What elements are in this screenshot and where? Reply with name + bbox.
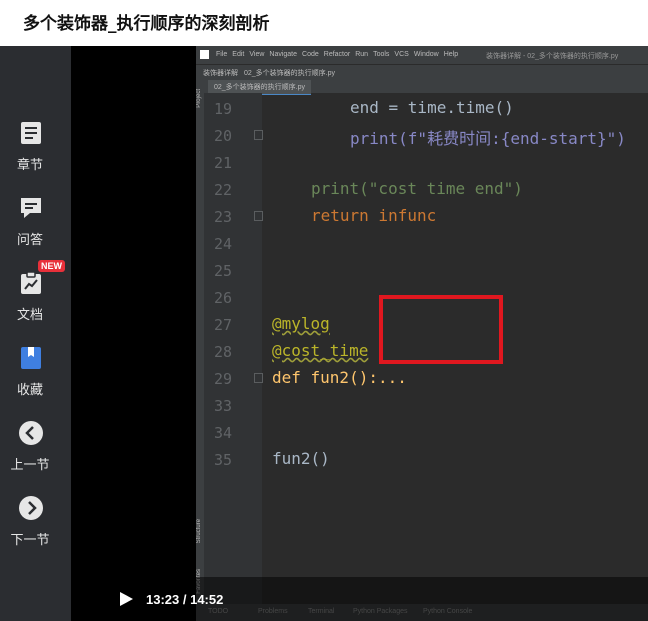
- menu-edit[interactable]: Edit: [232, 51, 244, 58]
- time-display: 13:23 / 14:52: [146, 592, 223, 607]
- menu-navigate[interactable]: Navigate: [269, 51, 297, 58]
- previous-icon: [19, 421, 43, 445]
- ide-breadcrumb: 装饰器详解 02_多个装饰器的执行顺序.py: [196, 64, 648, 80]
- sidebar-item-label: 章节: [16, 158, 43, 173]
- code-line[interactable]: end = time.time(): [350, 98, 514, 117]
- fold-marker-icon[interactable]: [254, 130, 263, 140]
- code-text: print("cost time end"): [311, 179, 523, 198]
- code-text: @mylog: [272, 314, 330, 333]
- line-number: 19: [213, 100, 232, 118]
- line-number: 24: [213, 235, 232, 253]
- code-line[interactable]: def fun2():...: [272, 368, 407, 387]
- sidebar-item-label: 上一节: [10, 458, 50, 473]
- menu-window[interactable]: Window: [414, 51, 439, 58]
- next-icon: [19, 496, 43, 520]
- sidebar-item-label: 下一节: [10, 533, 50, 548]
- ide-window: File Edit View Navigate Code Refactor Run Tools…: [196, 46, 648, 621]
- player-controls: 13:23 / 14:52: [98, 577, 648, 621]
- duration: 14:52: [190, 592, 224, 607]
- line-number: 23: [213, 208, 232, 226]
- ide-menus: File Edit View Navigate Code Refactor Run Tools…: [216, 51, 463, 58]
- sidebar-item-chapters[interactable]: 章节: [0, 120, 71, 190]
- sidebar: 章节 问答 NEW 文档 收藏 上一节 下一节: [0, 46, 71, 621]
- page-title: 多个装饰器_执行顺序的深刻剖析: [23, 14, 270, 34]
- code-line[interactable]: @mylog: [272, 314, 330, 333]
- breadcrumb-file[interactable]: 02_多个装饰器的执行顺序.py: [244, 68, 335, 78]
- pycharm-logo-icon: [200, 50, 209, 59]
- ide-tool-strip: Project Structure Favorites: [196, 79, 204, 608]
- code-line[interactable]: print(f"耗费时间:{end-start}"): [350, 125, 626, 149]
- line-number: 20: [213, 127, 232, 145]
- code-text: return infunc: [311, 206, 437, 225]
- line-number: 35: [213, 451, 232, 469]
- menu-help[interactable]: Help: [444, 51, 458, 58]
- ide-tab-bar: 02_多个装饰器的执行顺序.py: [204, 80, 648, 95]
- code-text: end = time.time(): [350, 98, 514, 117]
- line-number: 28: [213, 343, 232, 361]
- code-line[interactable]: fun2(): [272, 449, 330, 468]
- time-separator: /: [179, 592, 191, 607]
- sidebar-item-bookmark[interactable]: 收藏: [0, 345, 71, 415]
- menu-file[interactable]: File: [216, 51, 227, 58]
- new-badge: NEW: [38, 260, 65, 272]
- line-number: 26: [213, 289, 232, 307]
- current-time: 13:23: [146, 592, 180, 607]
- code-text: @cost_time: [272, 341, 369, 360]
- sidebar-item-document[interactable]: NEW 文档: [0, 260, 71, 340]
- play-icon[interactable]: [118, 591, 134, 607]
- video-player[interactable]: File Edit View Navigate Code Refactor Run Tools…: [71, 46, 648, 621]
- ide-window-title: 装饰器详解 - 02_多个装饰器的执行顺序.py: [486, 53, 619, 60]
- sidebar-item-label: 文档: [16, 308, 43, 323]
- line-number: 21: [213, 154, 232, 172]
- menu-tools[interactable]: Tools: [373, 51, 389, 58]
- line-number: 22: [213, 181, 232, 199]
- code-text: print(f"耗费时间:{end-start}"): [350, 129, 626, 148]
- code-text: fun2(): [272, 449, 330, 468]
- code-line[interactable]: return infunc: [311, 206, 436, 225]
- fold-marker-icon[interactable]: [254, 211, 263, 221]
- breadcrumb-project[interactable]: 装饰器详解: [203, 68, 238, 78]
- line-number: 29: [213, 370, 232, 388]
- menu-refactor[interactable]: Refactor: [324, 51, 350, 58]
- fold-marker-icon[interactable]: [254, 373, 263, 383]
- code-line[interactable]: print("cost time end"): [311, 179, 523, 198]
- sidebar-item-next[interactable]: 下一节: [0, 495, 71, 565]
- menu-code[interactable]: Code: [302, 51, 319, 58]
- line-number: 27: [213, 316, 232, 334]
- menu-vcs[interactable]: VCS: [394, 51, 408, 58]
- project-tool-label[interactable]: Project: [196, 89, 202, 108]
- code-line[interactable]: @cost_time: [272, 341, 368, 360]
- structure-tool-label[interactable]: Structure: [196, 519, 202, 543]
- top-bar: 多个装饰器_执行顺序的深刻剖析: [0, 0, 648, 46]
- document-icon: [21, 271, 41, 294]
- ide-menu-bar: File Edit View Navigate Code Refactor Run Tools…: [196, 46, 648, 64]
- highlight-box: [379, 295, 503, 364]
- sidebar-item-label: 问答: [16, 233, 43, 248]
- sidebar-item-qa[interactable]: 问答: [0, 195, 71, 265]
- menu-view[interactable]: View: [249, 51, 264, 58]
- qa-icon: [21, 198, 41, 218]
- bookmark-icon: [21, 347, 41, 369]
- sidebar-item-previous[interactable]: 上一节: [0, 420, 71, 490]
- menu-run[interactable]: Run: [355, 51, 368, 58]
- sidebar-item-label: 收藏: [16, 383, 43, 398]
- line-number: 33: [213, 397, 232, 415]
- code-text: def fun2():...: [272, 368, 407, 387]
- line-number: 25: [213, 262, 232, 280]
- chapters-icon: [21, 122, 41, 144]
- line-number: 34: [213, 424, 232, 442]
